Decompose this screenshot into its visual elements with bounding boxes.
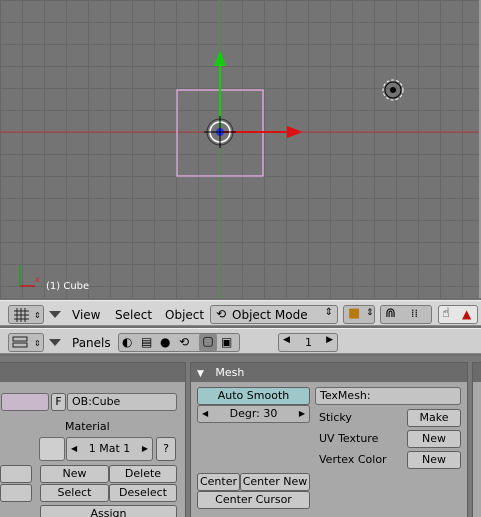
vertex-color-new-button[interactable]: New [407,451,461,469]
buttons-window-icon: ⇕ [12,336,41,348]
draw-type-button[interactable]: ■ ⇕ [343,305,375,324]
vertex-group-button-2[interactable] [0,484,32,502]
mode-label: Object Mode [232,308,308,322]
axis-gizmo: x [19,265,40,287]
3d-cursor [382,79,404,101]
3d-viewport[interactable]: x (1) Cube [0,0,481,298]
arrow-left-icon: ◀ [71,444,78,453]
buttons-header: ⇕ Panels ◐ ▤ ● ⟲ ▢ ▣ ◀ 1 ▶ [0,328,481,354]
svg-text:⇕: ⇕ [34,339,41,348]
frame-value: 1 [305,336,312,349]
magnet-icon: ⋒ [385,306,396,321]
svg-text:x: x [35,275,40,284]
grid-icon: ⇕ [14,308,41,322]
collapse-menus-icon[interactable] [49,339,61,346]
center-button[interactable]: Center [197,473,240,491]
collapse-menus-icon[interactable] [49,311,61,318]
material-help-button[interactable]: ? [156,437,176,461]
frame-number-field[interactable]: ◀ 1 ▶ [278,333,338,352]
arrow-left-icon: ◀ [283,335,290,345]
panels-menu[interactable]: Panels [72,336,111,350]
material-deselect-button[interactable]: Deselect [109,484,177,502]
uv-texture-new-button[interactable]: New [407,430,461,448]
menu-view[interactable]: View [72,308,100,322]
degree-value: Degr: 30 [229,407,278,420]
arrow-right-icon: ▶ [141,444,148,453]
next-panel-header [473,363,481,382]
material-color-swatch[interactable] [39,437,65,461]
vertex-color-label: Vertex Color [319,453,387,466]
buttons-window-type[interactable]: ⇕ [8,333,44,352]
material-slot-field[interactable]: ◀ 1 Mat 1 ▶ [66,437,153,461]
object-icon[interactable]: ⟲ [179,335,189,349]
sticky-make-button[interactable]: Make [407,409,461,427]
material-slot-value: 1 Mat 1 [88,442,131,455]
updown-icon: ⇕ [366,308,374,318]
buttons-window: F OB:Cube Material ◀ 1 Mat 1 ▶ ? New Del… [0,356,481,517]
mesh-panel-header[interactable]: ▼ Mesh [191,363,467,382]
window-type-button[interactable]: ⇕ [8,305,44,324]
svg-text:⇕: ⇕ [34,311,41,320]
mesh-panel-title: Mesh [215,366,245,379]
viewport-scene: x [0,0,479,298]
menu-select[interactable]: Select [115,308,152,322]
vertex-group-button[interactable] [0,465,32,483]
material-new-button[interactable]: New [40,465,109,483]
material-assign-button[interactable]: Assign [40,505,177,517]
menu-object[interactable]: Object [165,308,204,322]
fake-user-button[interactable]: F [51,393,66,411]
center-cursor-button[interactable]: Center Cursor [197,491,310,509]
3d-view-header: ⇕ View Select Object ⟲ Object Mode ⇕ ■ ⇕… [0,300,481,326]
link-panel-header [0,363,185,382]
material-delete-button[interactable]: Delete [109,465,177,483]
script-icon[interactable]: ▤ [141,335,152,349]
blender-window: x (1) Cube ⇕ View Select Object ⟲ Object… [0,0,481,517]
link-materials-panel: F OB:Cube Material ◀ 1 Mat 1 ▶ ? New Del… [0,362,186,517]
material-label: Material [65,420,110,433]
object-mode-icon: ⟲ [216,307,227,321]
material-select-button[interactable]: Select [40,484,109,502]
mesh-panel: ▼ Mesh Auto Smooth ◀ Degr: 30 ▶ TexMesh:… [190,362,468,517]
active-object-label: (1) Cube [46,281,90,292]
arrow-left-icon: ◀ [202,409,209,418]
triangle-icon: ▲ [462,307,472,321]
object-name-field[interactable]: OB:Cube [67,393,177,411]
manipulator-y-arrow [214,50,226,66]
arrow-right-icon: ▶ [326,335,333,345]
editing-icon[interactable]: ▢ [199,334,217,351]
manipulator-x-arrow [287,126,303,138]
smooth-degree-field[interactable]: ◀ Degr: 30 ▶ [197,405,310,423]
scene-icon[interactable]: ▣ [221,335,232,349]
texmesh-field[interactable]: TexMesh: [315,387,461,405]
arrow-right-icon: ▶ [298,409,305,418]
mesh-name-field[interactable] [1,393,49,411]
mode-selector[interactable]: ⟲ Object Mode ⇕ [210,305,338,324]
hand-icon: ☝ [442,306,450,321]
center-new-button[interactable]: Center New [240,473,310,491]
auto-smooth-toggle[interactable]: Auto Smooth [197,387,310,405]
pivot-buttons[interactable]: ⋒ ⁞⁞ [380,305,432,324]
context-buttons: ◐ ▤ ● ⟲ ▢ ▣ [118,333,240,352]
updown-icon: ⇕ [324,307,333,318]
shading-icon[interactable]: ● [160,335,170,349]
cube-shading-icon: ■ [348,306,361,321]
pivot-point-icon: ⁞⁞ [411,307,418,320]
manipulator-buttons[interactable]: ☝ ▲ [438,305,478,324]
uv-texture-label: UV Texture [319,432,379,445]
sticky-label: Sticky [319,411,352,424]
logic-icon[interactable]: ◐ [122,335,132,349]
next-panel-edge [472,362,481,517]
collapse-triangle-icon: ▼ [197,369,204,379]
